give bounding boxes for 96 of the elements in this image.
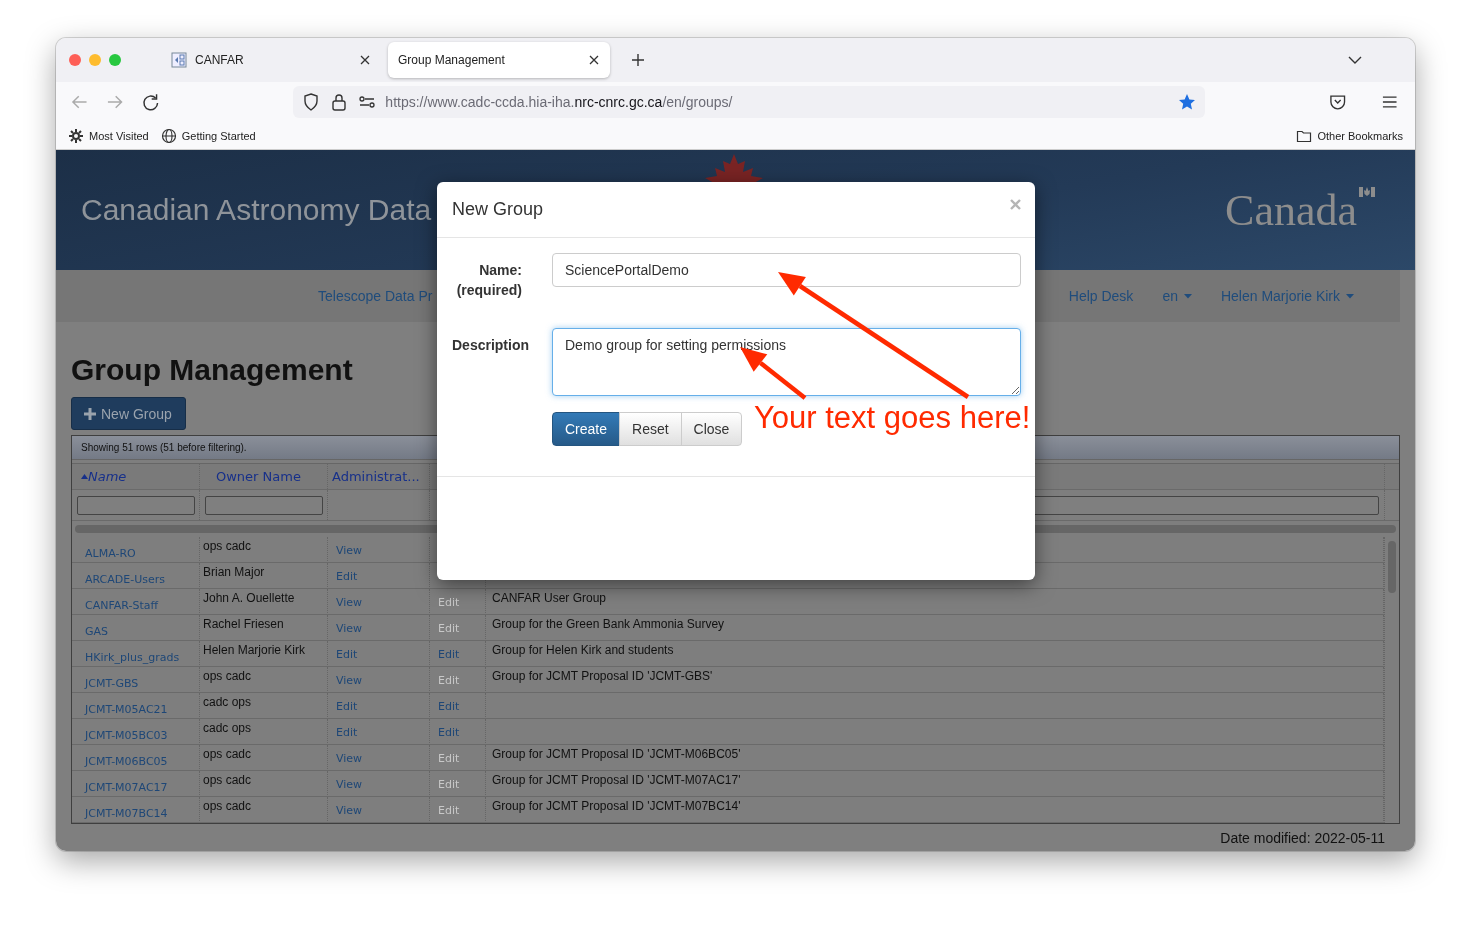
admin-link[interactable]: View [328, 797, 430, 821]
form-button[interactable]: Reset [619, 412, 682, 446]
caret-icon [1346, 293, 1354, 299]
table-cell: ops cadc [200, 745, 328, 769]
member-link[interactable]: Edit [430, 693, 486, 717]
field-label: Description [452, 336, 530, 355]
nav-link[interactable]: en [1162, 288, 1192, 304]
table-cell: Rachel Friesen [200, 615, 328, 639]
table-cell: ops cadc [200, 771, 328, 795]
field-hint: (required) [455, 281, 522, 300]
group-name-link[interactable]: JCMT-M06BC05 [72, 745, 200, 769]
table-cell: cadc ops [200, 719, 328, 743]
group-name-link[interactable]: JCMT-M07AC17 [72, 771, 200, 795]
admin-link[interactable]: Edit [328, 641, 430, 665]
close-icon [358, 53, 372, 67]
page-heading: Group Management [71, 353, 353, 387]
name-field[interactable]: SciencePortalDemo [552, 253, 1021, 287]
filter-field[interactable] [205, 495, 323, 515]
plus-icon [84, 407, 96, 420]
admin-link[interactable]: View [328, 745, 430, 769]
nav-link[interactable]: Telescope Data Pr [318, 288, 433, 304]
table-cell: ops cadc [200, 667, 328, 691]
window-control[interactable] [69, 54, 81, 66]
close-icon [1010, 199, 1021, 210]
browser-tab[interactable]: Group Management [388, 42, 610, 78]
group-name-link[interactable]: ARCADE-Users [72, 563, 200, 587]
group-name-link[interactable]: GAS [72, 615, 200, 639]
reload-icon[interactable] [140, 92, 161, 112]
table-cell: Group for the Green Bank Ammonia Survey [486, 615, 1384, 639]
disabled-link: Edit [430, 615, 486, 639]
new-group-button[interactable]: New Group [71, 397, 186, 430]
url-text: https://www.cadc-ccda.hia-iha.nrc-cnrc.gc.ca/en/groups/ [385, 94, 734, 110]
date-modified: Date modified: 2022-05-11 [1220, 830, 1385, 846]
sort-arrow-icon [81, 474, 88, 479]
table-cell: Group for JCMT Proposal ID 'JCMT-GBS' [486, 667, 1384, 691]
table-cell: Helen Marjorie Kirk [200, 641, 328, 665]
group-name-link[interactable]: JCMT-GBS [72, 667, 200, 691]
table-cell: ops cadc [200, 537, 328, 561]
table-cell: Brian Major [200, 563, 328, 587]
description-field[interactable]: Demo group for setting permissions [552, 328, 1021, 396]
group-name-link[interactable]: ALMA-RO [72, 537, 200, 561]
disabled-link: Edit [430, 589, 486, 613]
group-name-link[interactable]: JCMT-M05AC21 [72, 693, 200, 717]
admin-link[interactable]: View [328, 537, 430, 561]
field-label: Name: [478, 261, 522, 280]
filter-field[interactable] [77, 495, 195, 515]
table-cell: cadc ops [200, 693, 328, 717]
disabled-link: Edit [430, 797, 486, 821]
table-cell: Group for JCMT Proposal ID 'JCMT-M07AC17' [486, 771, 1384, 795]
caret-icon [1183, 293, 1192, 299]
table-cell: Group for JCMT Proposal ID 'JCMT-M06BC05' [486, 745, 1384, 769]
table-cell: ops cadc [200, 797, 328, 821]
disabled-link: Edit [430, 745, 486, 769]
table-cell: Group for JCMT Proposal ID 'JCMT-M07BC14' [486, 797, 1384, 821]
nav-link[interactable]: Help Desk [1068, 288, 1134, 304]
group-name-link[interactable]: JCMT-M05BC03 [72, 719, 200, 743]
gear-icon [68, 127, 84, 144]
bookmark-item[interactable]: Getting Started [160, 127, 256, 144]
browser-tab[interactable]: CANFAR [161, 42, 381, 78]
new-tab-icon[interactable] [631, 53, 645, 67]
form-button[interactable]: Close [680, 412, 743, 446]
table-cell: CANFAR User Group [486, 589, 1384, 613]
column-header[interactable]: Owner Name [200, 464, 328, 489]
bookmark-item[interactable]: Other Bookmarks [1296, 127, 1403, 144]
canada-wordmark: Canada [1225, 184, 1357, 236]
dialog-title: New Group [452, 199, 544, 220]
member-link[interactable]: Edit [430, 641, 486, 665]
column-header[interactable]: Name [72, 464, 200, 489]
table-cell: Group for Helen Kirk and students [486, 641, 1384, 665]
admin-link[interactable]: Edit [328, 693, 430, 717]
close-icon [587, 53, 601, 67]
create-button[interactable]: Create [552, 412, 621, 446]
flag-icon [1359, 184, 1375, 199]
group-name-link[interactable]: JCMT-M07BC14 [72, 797, 200, 821]
site-title: Canadian Astronomy Data [81, 193, 432, 227]
disabled-link: Edit [430, 667, 486, 691]
nav-link[interactable]: Helen Marjorie Kirk [1220, 288, 1354, 304]
globe-icon [160, 127, 177, 144]
admin-link[interactable]: View [328, 615, 430, 639]
group-name-link[interactable]: CANFAR-Staff [72, 589, 200, 613]
column-header[interactable]: Administrat... [328, 464, 430, 489]
table-cell: John A. Ouellette [200, 589, 328, 613]
admin-link[interactable]: View [328, 667, 430, 691]
maple-leaf-icon [705, 154, 763, 184]
pocket-icon[interactable] [1328, 92, 1348, 112]
scrollbar[interactable] [1388, 541, 1396, 593]
group-name-link[interactable]: HKirk_plus_grads [72, 641, 200, 665]
admin-link[interactable]: View [328, 589, 430, 613]
address-bar[interactable]: https://www.cadc-ccda.hia-iha.nrc-cnrc.gc.ca/en/groups/ [293, 86, 1206, 118]
annotation-text: Your text goes here! [754, 400, 1031, 436]
admin-link[interactable]: Edit [328, 719, 430, 743]
admin-link[interactable]: View [328, 771, 430, 795]
admin-link[interactable]: Edit [328, 563, 430, 587]
member-link[interactable]: Edit [430, 719, 486, 743]
bookmark-item[interactable]: Most Visited [68, 127, 149, 144]
disabled-link: Edit [430, 771, 486, 795]
